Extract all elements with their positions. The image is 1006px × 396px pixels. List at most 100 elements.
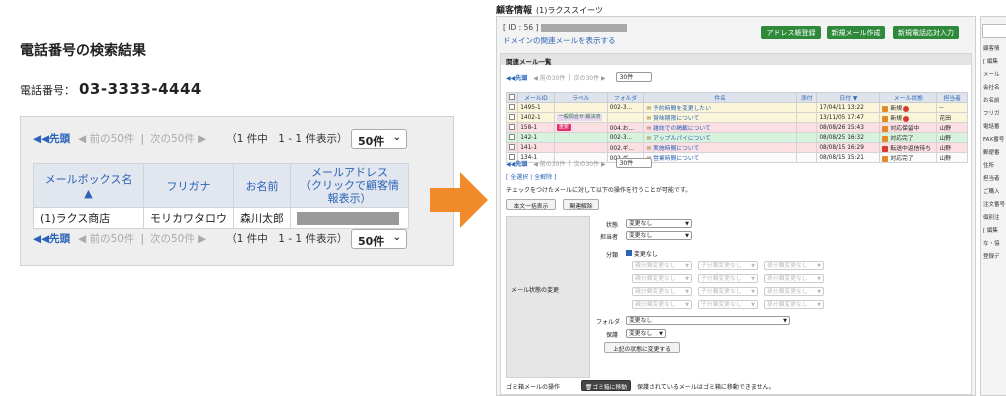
cell-check[interactable] xyxy=(505,102,519,113)
pager-first-link[interactable]: ◀◀先頭 xyxy=(506,159,527,168)
pager-prev: ◀ 前の30件 xyxy=(533,74,566,82)
parent-category-select-2[interactable]: 親分類変更なし ▼ xyxy=(632,274,692,283)
parent-category-select-3[interactable]: 親分類変更なし ▼ xyxy=(632,287,692,296)
side-field-label: ご購入 xyxy=(983,189,1000,195)
per-page-select-top[interactable]: 50件 ⌄ xyxy=(351,129,407,149)
status-change-label: メール状態の変更 xyxy=(506,216,590,378)
keep-select[interactable]: 変更なし ▼ xyxy=(626,329,666,338)
subject-text: 雑誌での掲載について xyxy=(653,126,711,132)
col-mailbox[interactable]: メールボックス名 ▲ xyxy=(33,163,144,208)
col-attach[interactable]: 添付 xyxy=(795,92,818,103)
status-select[interactable]: 変更なし ▼ xyxy=(626,219,692,228)
new-mail-button[interactable]: 新規メール作成 xyxy=(827,26,885,39)
alert-icon xyxy=(903,105,910,112)
child-category-value: 子分類変更なし xyxy=(701,263,742,269)
cell-check[interactable] xyxy=(505,132,519,143)
grand-category-select-4[interactable]: 孫分類変更なし ▼ xyxy=(764,300,824,309)
status-icon xyxy=(882,155,889,162)
cell-assignee: -- xyxy=(936,102,968,113)
checkbox[interactable] xyxy=(509,143,515,150)
category-nochange-checkbox[interactable]: 変更なし xyxy=(626,249,658,258)
side-field-label: 注文番号 xyxy=(983,202,1006,208)
cell-mail-id: 142-1 xyxy=(517,132,555,143)
cell-subject[interactable]: ✉ 実施時間について xyxy=(643,142,797,153)
cell-date: 08/08/25 16:32 xyxy=(816,132,881,143)
pager-divider: | xyxy=(568,73,571,81)
status-icon xyxy=(882,135,889,142)
checkbox[interactable] xyxy=(509,113,515,120)
grand-category-select-3[interactable]: 孫分類変更なし ▼ xyxy=(764,287,824,296)
address-book-register-button[interactable]: アドレス帳登録 xyxy=(761,26,821,39)
col-date[interactable]: 日付 ▼ xyxy=(816,92,881,103)
pager-first-link[interactable]: ◀◀先頭 xyxy=(506,73,527,82)
show-all-body-button[interactable]: 本文一括表示 xyxy=(506,199,556,210)
cell-check[interactable] xyxy=(505,112,519,123)
status-icon xyxy=(882,125,889,132)
side-field-label: お名前 xyxy=(983,98,1000,104)
select-all-links[interactable]: [ 全選択 | 全解除 ] xyxy=(506,172,556,181)
col-furigana[interactable]: フリガナ xyxy=(143,163,234,208)
mail-row[interactable]: 1495-1 002-3... ✉ 予約時間を変更したい 17/04/11 13:22… xyxy=(505,102,968,113)
cell-check[interactable] xyxy=(505,142,519,153)
chevron-down-icon: ▼ xyxy=(751,302,755,308)
table-row[interactable]: (1)ラクス商店 モリカワタロウ 森川太郎 xyxy=(33,207,409,229)
mail-row[interactable]: 1402-1 一般問合せ 解決済 ✉ 賞味期限について 13/11/05 17:47 新… xyxy=(505,112,968,123)
mail-per-page-select[interactable]: 30件 xyxy=(615,158,652,168)
col-mail-id[interactable]: メールID xyxy=(517,92,555,103)
side-search-box[interactable] xyxy=(982,24,1006,38)
col-email[interactable]: メールアドレス （クリックで顧客情報表示） xyxy=(290,163,409,208)
checkbox[interactable] xyxy=(509,133,515,140)
grand-category-select-2[interactable]: 孫分類変更なし ▼ xyxy=(764,274,824,283)
col-name[interactable]: お名前 xyxy=(233,163,291,208)
per-page-select-bottom[interactable]: 50件 ⌄ xyxy=(351,229,407,249)
chevron-down-icon: ▼ xyxy=(685,221,689,227)
grand-category-select[interactable]: 孫分類変更なし ▼ xyxy=(764,261,824,270)
chevron-down-icon: ▼ xyxy=(659,331,663,337)
parent-category-value: 親分類変更なし xyxy=(635,289,676,295)
cell-subject[interactable]: ✉ 雑誌での掲載について xyxy=(643,122,797,133)
col-label[interactable]: ラベル xyxy=(553,92,608,103)
child-category-select-3[interactable]: 子分類変更なし ▼ xyxy=(698,287,758,296)
checkbox[interactable] xyxy=(509,123,515,130)
mail-row[interactable]: 158-1 重要 004.お... ✉ 雑誌での掲載について 08/08/26 15:4… xyxy=(505,122,968,133)
checkbox[interactable] xyxy=(509,93,516,100)
col-subject[interactable]: 件名 xyxy=(643,92,797,103)
col-status[interactable]: メール状態 xyxy=(879,92,938,103)
domain-related-mail-link[interactable]: ドメインの関連メールを表示する xyxy=(503,35,616,46)
assignee-select[interactable]: 変更なし ▼ xyxy=(626,231,692,240)
move-to-trash-button[interactable]: 🗑ゴミ箱に移動 xyxy=(581,380,631,391)
checkbox[interactable] xyxy=(509,103,515,110)
cell-subject[interactable]: ✉ 営業時間について xyxy=(643,152,797,163)
parent-category-select[interactable]: 親分類変更なし ▼ xyxy=(632,261,692,270)
new-phone-entry-button[interactable]: 新規電話応対入力 xyxy=(893,26,959,39)
related-mail-section: 関連メール一覧 ◀◀先頭 ◀ 前の30件 | 次の30件 ▶ 30件 メールID… xyxy=(500,53,972,395)
chevron-down-icon: ▼ xyxy=(751,276,755,282)
child-category-value: 子分類変更なし xyxy=(701,289,742,295)
cell-subject[interactable]: ✉ 賞味期限について xyxy=(643,112,797,123)
child-category-select-4[interactable]: 子分類変更なし ▼ xyxy=(698,300,758,309)
cell-email[interactable] xyxy=(290,207,409,229)
child-category-select-2[interactable]: 子分類変更なし ▼ xyxy=(698,274,758,283)
child-category-select[interactable]: 子分類変更なし ▼ xyxy=(698,261,758,270)
mail-row[interactable]: 142-1 002-3... ✉ アップルパイについて 08/08/25 16:32 対… xyxy=(505,132,968,143)
mail-per-page-select[interactable]: 30件 xyxy=(615,72,652,82)
side-field-label: フリガ xyxy=(983,111,1000,117)
cell-subject[interactable]: ✉ アップルパイについて xyxy=(643,132,797,143)
chevron-down-icon: ▼ xyxy=(783,318,787,324)
pager-first-link[interactable]: ◀◀先頭 xyxy=(33,131,70,146)
cell-subject[interactable]: ✉ 予約時間を変更したい xyxy=(643,102,797,113)
col-folder[interactable]: フォルダ xyxy=(606,92,645,103)
cell-check[interactable] xyxy=(505,122,519,133)
chevron-down-icon: ▼ xyxy=(685,233,689,239)
col-assignee[interactable]: 担当者 xyxy=(936,92,968,103)
folder-select[interactable]: 変更なし ▼ xyxy=(626,316,790,325)
apply-status-button[interactable]: 上記の状態に変更する xyxy=(604,342,680,353)
grand-category-value: 孫分類変更なし xyxy=(767,263,808,269)
mail-row[interactable]: 141-1 002.ギ... ✉ 実施時間について 08/08/15 16:29 転送中… xyxy=(505,142,968,153)
parent-category-select-4[interactable]: 親分類変更なし ▼ xyxy=(632,300,692,309)
side-field-label: 住所 xyxy=(983,163,995,169)
chevron-down-icon: ▼ xyxy=(817,263,821,269)
unlink-related-button[interactable]: 関連解除 xyxy=(563,199,599,210)
pager-first-link[interactable]: ◀◀先頭 xyxy=(33,231,70,246)
status-text: 新規 xyxy=(890,116,903,122)
